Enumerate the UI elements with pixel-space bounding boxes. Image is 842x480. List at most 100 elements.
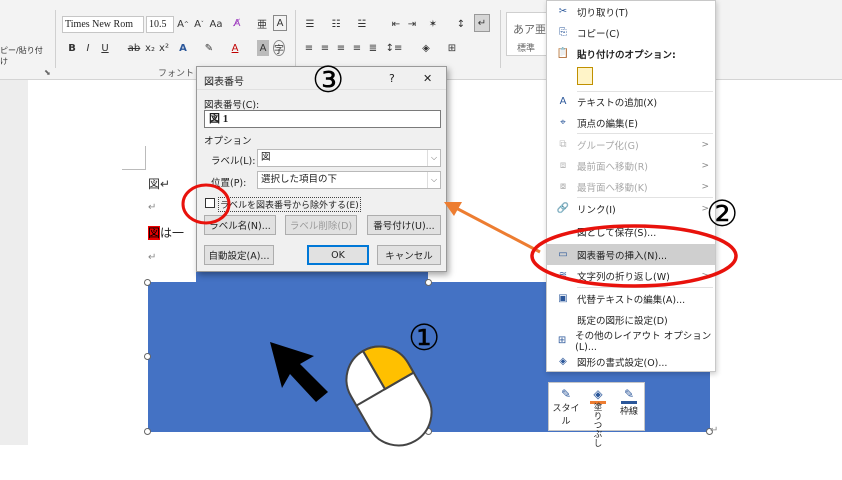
cancel-button[interactable]: キャンセル bbox=[377, 245, 441, 265]
label-select-value: 図 bbox=[261, 152, 271, 163]
text-effect-icon[interactable]: A bbox=[176, 40, 190, 56]
ok-button[interactable]: OK bbox=[307, 245, 369, 265]
position-select[interactable]: 選択した項目の下 ⌵ bbox=[257, 171, 441, 189]
menu-item-cut[interactable]: ✂ 切り取り(T) bbox=[547, 1, 715, 22]
font-group-label: フォント bbox=[158, 69, 195, 79]
subscript-icon[interactable]: x₂ bbox=[144, 40, 156, 56]
change-case-icon[interactable]: Aa bbox=[209, 16, 223, 32]
increase-indent-icon[interactable]: ⇥ bbox=[404, 16, 420, 32]
menu-item-label: 頂点の編集(E) bbox=[577, 118, 638, 130]
paragraph-mark: ↵ bbox=[710, 425, 719, 436]
copy-icon: ⎘ bbox=[559, 27, 567, 38]
menu-item-send-back[interactable]: ⧇ 最背面へ移動(K) > bbox=[547, 176, 715, 197]
menu-item-label: グループ化(G) bbox=[577, 140, 639, 152]
menu-item-set-default-shape[interactable]: 既定の図形に設定(D) bbox=[547, 309, 715, 330]
divider bbox=[55, 10, 56, 68]
style-gallery[interactable]: あア亜 標準 bbox=[506, 12, 548, 56]
italic-icon[interactable]: I bbox=[82, 40, 94, 56]
asian-layout-icon[interactable]: ✶ bbox=[424, 16, 442, 32]
menu-item-bring-front[interactable]: ⧈ 最前面へ移動(R) > bbox=[547, 155, 715, 176]
menu-item-label: テキストの追加(X) bbox=[577, 97, 658, 109]
justify-icon[interactable]: ≡ bbox=[350, 40, 364, 56]
annotation-number-1: ① bbox=[408, 318, 441, 359]
resize-handle[interactable] bbox=[144, 353, 151, 360]
fill-button[interactable]: ◈ 塗りつぶし bbox=[584, 387, 612, 449]
strikethrough-icon[interactable]: ab bbox=[128, 40, 140, 56]
numbering-button[interactable]: 番号付け(U)... bbox=[367, 215, 441, 235]
highlighter-icon[interactable]: ✎ bbox=[202, 40, 216, 56]
menu-item-group[interactable]: ⧉ グループ化(G) > bbox=[547, 134, 715, 155]
mini-toolbar[interactable]: ✎ スタイル ◈ 塗りつぶし ✎ 枠線 bbox=[548, 382, 645, 449]
context-menu[interactable]: ✂ 切り取り(T) ⎘ コピー(C) 📋 貼り付けのオプション: A テキストの追加(X… bbox=[546, 0, 716, 372]
borders-icon[interactable]: ⊞ bbox=[444, 40, 460, 56]
grow-font-icon[interactable]: A ^ bbox=[176, 16, 190, 32]
chevron-right-icon: > bbox=[701, 181, 709, 192]
outline-button-label: 枠線 bbox=[619, 407, 638, 417]
doc-line-1[interactable]: 図↵ bbox=[148, 175, 170, 192]
paste-label[interactable]: ピー/貼り付け bbox=[0, 46, 48, 66]
line-spacing-icon[interactable]: ↕≡ bbox=[386, 40, 403, 56]
font-name-combo[interactable]: Times New Rom bbox=[62, 16, 144, 33]
doc-line-2[interactable]: ↵ bbox=[148, 202, 156, 213]
label-select[interactable]: 図 ⌵ bbox=[257, 149, 441, 167]
resize-handle[interactable] bbox=[425, 279, 432, 286]
help-button[interactable]: ? bbox=[389, 72, 395, 85]
divider bbox=[500, 10, 501, 68]
text-box-icon: A bbox=[559, 96, 567, 107]
distributed-icon[interactable]: ≣ bbox=[366, 40, 380, 56]
underline-icon[interactable]: U bbox=[98, 40, 112, 56]
margin-corner-mark bbox=[122, 146, 146, 170]
bold-icon[interactable]: B bbox=[66, 40, 78, 56]
menu-item-alt-text[interactable]: ▣ 代替テキストの編集(A)... bbox=[547, 288, 715, 309]
style-button-label: スタイル bbox=[552, 404, 580, 427]
caption-input[interactable]: 図 1 bbox=[204, 110, 441, 128]
clear-format-icon[interactable]: A̸ bbox=[230, 15, 244, 31]
menu-item-edit-points[interactable]: ⌖ 頂点の編集(E) bbox=[547, 112, 715, 133]
doc-line-3-text: は一 bbox=[160, 226, 185, 240]
align-right-icon[interactable]: ≡ bbox=[334, 40, 348, 56]
font-color-icon[interactable]: A bbox=[228, 40, 242, 56]
multilevel-list-icon[interactable]: ☱ bbox=[354, 16, 370, 32]
menu-item-format-shape[interactable]: ◈ 図形の書式設定(O)... bbox=[547, 351, 715, 372]
phonetic-icon[interactable]: 亜 bbox=[255, 15, 269, 31]
menu-item-label: 代替テキストの編集(A)... bbox=[577, 294, 686, 306]
superscript-icon[interactable]: x² bbox=[158, 40, 170, 56]
autocaption-button[interactable]: 自動設定(A)... bbox=[204, 245, 274, 265]
delete-label-button[interactable]: ラベル削除(D) bbox=[285, 215, 357, 235]
resize-handle[interactable] bbox=[144, 279, 151, 286]
paste-picture-icon[interactable] bbox=[577, 67, 593, 85]
resize-handle[interactable] bbox=[144, 428, 151, 435]
font-size-value: 10.5 bbox=[149, 19, 167, 30]
decrease-indent-icon[interactable]: ⇤ bbox=[388, 16, 404, 32]
style-button[interactable]: ✎ スタイル bbox=[552, 387, 580, 427]
outline-button[interactable]: ✎ 枠線 bbox=[615, 387, 643, 417]
menu-item-label: リンク(I) bbox=[577, 204, 616, 216]
exclude-label-text[interactable]: ラベルを図表番号から除外する(E) bbox=[218, 197, 361, 212]
menu-item-copy[interactable]: ⎘ コピー(C) bbox=[547, 22, 715, 43]
annotation-number-2: ② bbox=[706, 194, 739, 235]
enclose-char-icon[interactable]: 字 bbox=[273, 40, 285, 56]
menu-item-link[interactable]: 🔗 リンク(I) > bbox=[547, 198, 715, 219]
show-marks-icon[interactable]: ↵ bbox=[474, 14, 490, 32]
sort-icon[interactable]: ↕ bbox=[454, 16, 468, 32]
doc-line-4[interactable]: ↵ bbox=[148, 252, 156, 263]
close-button[interactable]: ✕ bbox=[423, 72, 432, 85]
bullets-icon[interactable]: ☰ bbox=[302, 16, 318, 32]
numbering-icon[interactable]: ☷ bbox=[328, 16, 344, 32]
clipboard-launcher-icon[interactable]: ⬊ bbox=[44, 68, 51, 77]
char-border-icon[interactable]: A bbox=[273, 15, 287, 31]
chevron-right-icon: > bbox=[701, 139, 709, 150]
position-select-value: 選択した項目の下 bbox=[261, 174, 338, 185]
align-left-icon[interactable]: ≡ bbox=[302, 40, 316, 56]
layout-icon: ⊞ bbox=[557, 335, 567, 346]
align-center-icon[interactable]: ≡ bbox=[318, 40, 332, 56]
doc-line-3[interactable]: 図は一 bbox=[148, 224, 184, 241]
menu-item-layout-options[interactable]: ⊞ その他のレイアウト オプション(L)... bbox=[547, 330, 715, 353]
menu-item-add-text[interactable]: A テキストの追加(X) bbox=[547, 91, 715, 112]
shading-icon[interactable]: ◈ bbox=[418, 40, 434, 56]
label-field-label: ラベル(L): bbox=[211, 156, 256, 167]
font-size-combo[interactable]: 10.5 bbox=[146, 16, 174, 33]
shrink-font-icon[interactable]: Aˇ bbox=[192, 16, 206, 32]
char-shading-icon[interactable]: A bbox=[257, 40, 269, 56]
group-icon: ⧉ bbox=[559, 139, 567, 150]
